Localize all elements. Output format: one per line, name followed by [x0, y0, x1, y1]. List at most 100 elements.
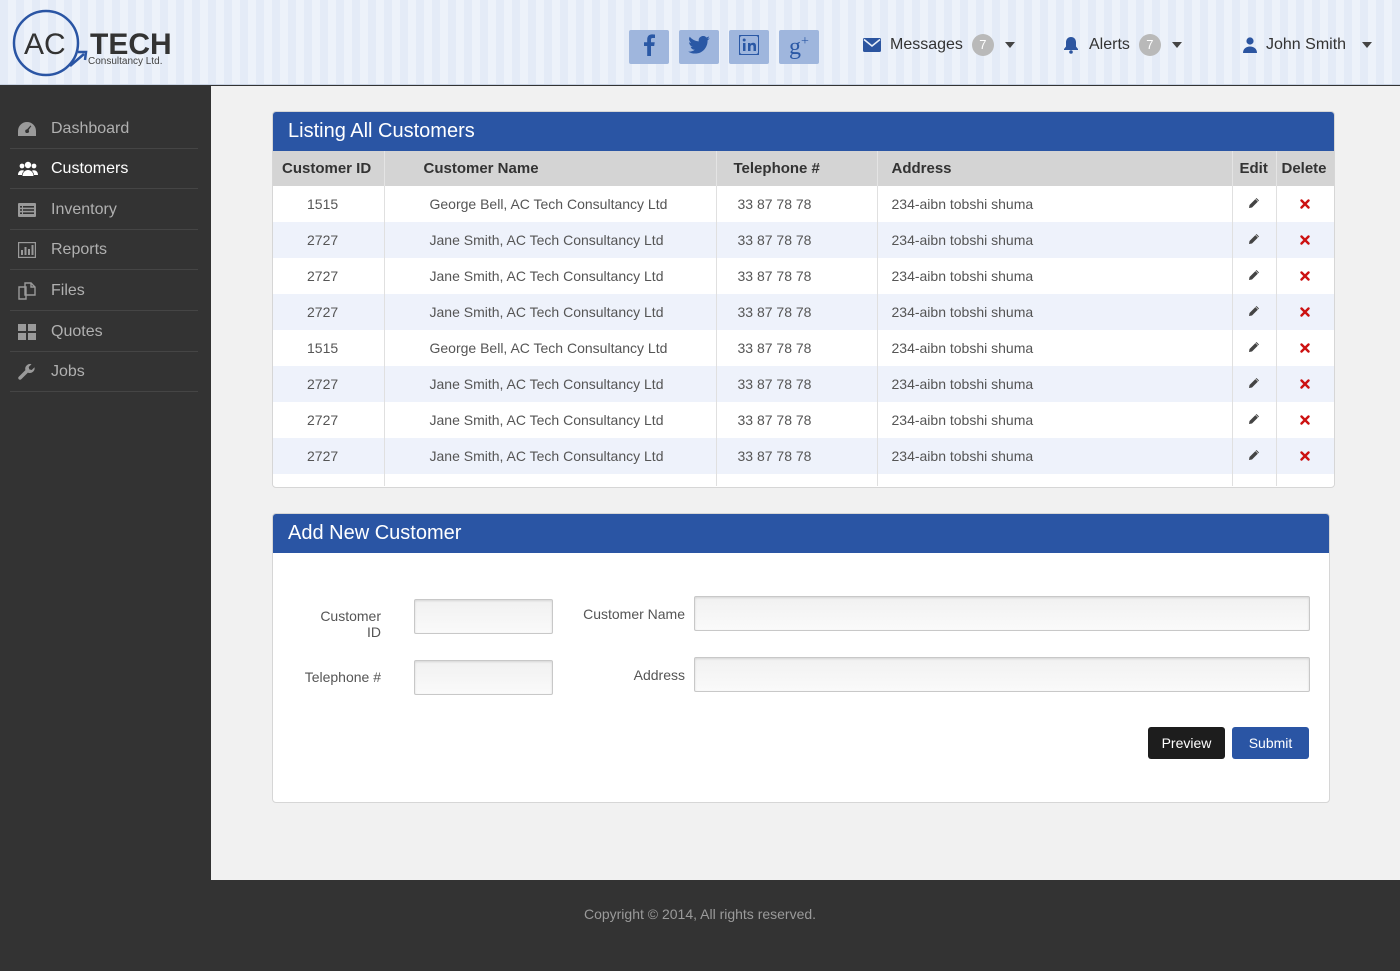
delete-x-icon[interactable] — [1300, 451, 1310, 461]
telephone-cell: 33 87 78 78 — [716, 402, 878, 438]
alerts-count-badge: 7 — [1138, 34, 1161, 56]
telephone-input[interactable] — [414, 660, 553, 695]
alerts-label: Alerts — [1089, 36, 1130, 53]
delete-x-icon[interactable] — [1300, 307, 1310, 317]
filler-cell — [877, 474, 1233, 486]
customer-name-cell: Jane Smith, AC Tech Consultancy Ltd — [384, 438, 717, 474]
customer-name-cell: Jane Smith, AC Tech Consultancy Ltd — [384, 222, 717, 258]
edit-pencil-icon[interactable] — [1248, 233, 1260, 245]
delete-cell — [1276, 294, 1334, 330]
delete-cell — [1276, 258, 1334, 294]
column-header-telephone[interactable]: Telephone # — [716, 151, 878, 186]
delete-cell — [1276, 438, 1334, 474]
main-content: Listing All Customers Customer ID Custom… — [211, 86, 1400, 880]
edit-cell — [1232, 258, 1277, 294]
delete-cell — [1276, 222, 1334, 258]
telephone-label: Telephone # — [304, 669, 381, 685]
google-plus-icon: g+ — [789, 34, 809, 60]
edit-pencil-icon[interactable] — [1248, 269, 1260, 281]
customer-id-cell: 2727 — [273, 258, 385, 294]
delete-x-icon[interactable] — [1300, 379, 1310, 389]
edit-pencil-icon[interactable] — [1248, 197, 1260, 209]
table-row: 1515 George Bell, AC Tech Consultancy Ltd… — [273, 186, 1334, 222]
telephone-cell: 33 87 78 78 — [716, 330, 878, 366]
messages-menu[interactable]: Messages 7 — [863, 30, 1015, 60]
alerts-menu[interactable]: Alerts 7 — [1062, 30, 1182, 60]
linkedin-icon — [738, 33, 760, 60]
customer-id-cell: 2727 — [273, 402, 385, 438]
facebook-button[interactable] — [629, 30, 669, 64]
customer-name-cell: Jane Smith, AC Tech Consultancy Ltd — [384, 402, 717, 438]
preview-button[interactable]: Preview — [1148, 727, 1225, 759]
google-plus-button[interactable]: g+ — [779, 30, 819, 64]
delete-x-icon[interactable] — [1300, 343, 1310, 353]
table-header-row: Customer ID Customer Name Telephone # Ad… — [273, 151, 1334, 186]
sidebar-item-files[interactable]: Files — [10, 271, 198, 311]
edit-pencil-icon[interactable] — [1248, 341, 1260, 353]
sidebar-item-label: Files — [51, 281, 85, 299]
filler-cell — [384, 474, 717, 486]
delete-x-icon[interactable] — [1300, 199, 1310, 209]
delete-cell — [1276, 186, 1334, 222]
delete-x-icon[interactable] — [1300, 415, 1310, 425]
logo-text-sub: Consultancy Ltd. — [88, 56, 163, 67]
sidebar-item-inventory[interactable]: Inventory — [10, 190, 198, 230]
customer-table-body: 1515 George Bell, AC Tech Consultancy Ltd… — [273, 186, 1334, 486]
customer-id-input[interactable] — [414, 599, 553, 634]
edit-cell — [1232, 222, 1277, 258]
listing-title: Listing All Customers — [273, 112, 1334, 151]
sidebar-item-customers[interactable]: Customers — [10, 149, 198, 189]
bell-icon — [1062, 36, 1080, 54]
telephone-cell: 33 87 78 78 — [716, 366, 878, 402]
filler-cell — [1276, 474, 1334, 486]
sidebar-item-quotes[interactable]: Quotes — [10, 312, 198, 352]
customer-name-cell: George Bell, AC Tech Consultancy Ltd — [384, 186, 717, 222]
twitter-button[interactable] — [679, 30, 719, 64]
customer-name-cell: Jane Smith, AC Tech Consultancy Ltd — [384, 258, 717, 294]
table-row: 2727 Jane Smith, AC Tech Consultancy Ltd 3… — [273, 402, 1334, 438]
address-cell: 234-aibn tobshi shuma — [877, 258, 1233, 294]
edit-pencil-icon[interactable] — [1248, 449, 1260, 461]
edit-cell — [1232, 366, 1277, 402]
address-cell: 234-aibn tobshi shuma — [877, 402, 1233, 438]
chevron-down-icon — [1362, 42, 1373, 48]
address-cell: 234-aibn tobshi shuma — [877, 330, 1233, 366]
user-icon — [1243, 37, 1257, 53]
address-cell: 234-aibn tobshi shuma — [877, 438, 1233, 474]
filler-cell — [273, 474, 385, 486]
linkedin-button[interactable] — [729, 30, 769, 64]
table-filler-row — [273, 474, 1334, 486]
customer-name-input[interactable] — [694, 596, 1310, 631]
sidebar-item-reports[interactable]: Reports — [10, 230, 198, 270]
wrench-icon — [18, 363, 38, 381]
column-header-delete: Delete — [1276, 151, 1334, 186]
edit-pencil-icon[interactable] — [1248, 413, 1260, 425]
customer-id-cell: 1515 — [273, 186, 385, 222]
footer: Copyright © 2014, All rights reserved. — [0, 880, 1400, 971]
sidebar-item-dashboard[interactable]: Dashboard — [10, 109, 198, 149]
sidebar-item-jobs[interactable]: Jobs — [10, 352, 198, 392]
address-input[interactable] — [694, 657, 1310, 692]
submit-button[interactable]: Submit — [1232, 727, 1309, 759]
user-menu[interactable]: John Smith — [1243, 30, 1373, 60]
edit-cell — [1232, 294, 1277, 330]
telephone-cell: 33 87 78 78 — [716, 186, 878, 222]
user-name: John Smith — [1266, 36, 1347, 53]
column-header-customer-name[interactable]: Customer Name — [384, 151, 717, 186]
column-header-address[interactable]: Address — [877, 151, 1233, 186]
form-title: Add New Customer — [273, 514, 1329, 553]
customer-name-cell: Jane Smith, AC Tech Consultancy Ltd — [384, 366, 717, 402]
table-row: 2727 Jane Smith, AC Tech Consultancy Ltd 3… — [273, 258, 1334, 294]
delete-x-icon[interactable] — [1300, 271, 1310, 281]
chevron-down-icon — [1171, 42, 1182, 48]
telephone-cell: 33 87 78 78 — [716, 438, 878, 474]
telephone-cell: 33 87 78 78 — [716, 222, 878, 258]
edit-pencil-icon[interactable] — [1248, 305, 1260, 317]
column-header-customer-id[interactable]: Customer ID — [273, 151, 385, 186]
delete-x-icon[interactable] — [1300, 235, 1310, 245]
chevron-down-icon — [1004, 42, 1015, 48]
dashboard-icon — [18, 121, 38, 136]
logo[interactable]: AC TECH Consultancy Ltd. — [12, 8, 182, 80]
edit-pencil-icon[interactable] — [1248, 377, 1260, 389]
customer-id-cell: 2727 — [273, 438, 385, 474]
